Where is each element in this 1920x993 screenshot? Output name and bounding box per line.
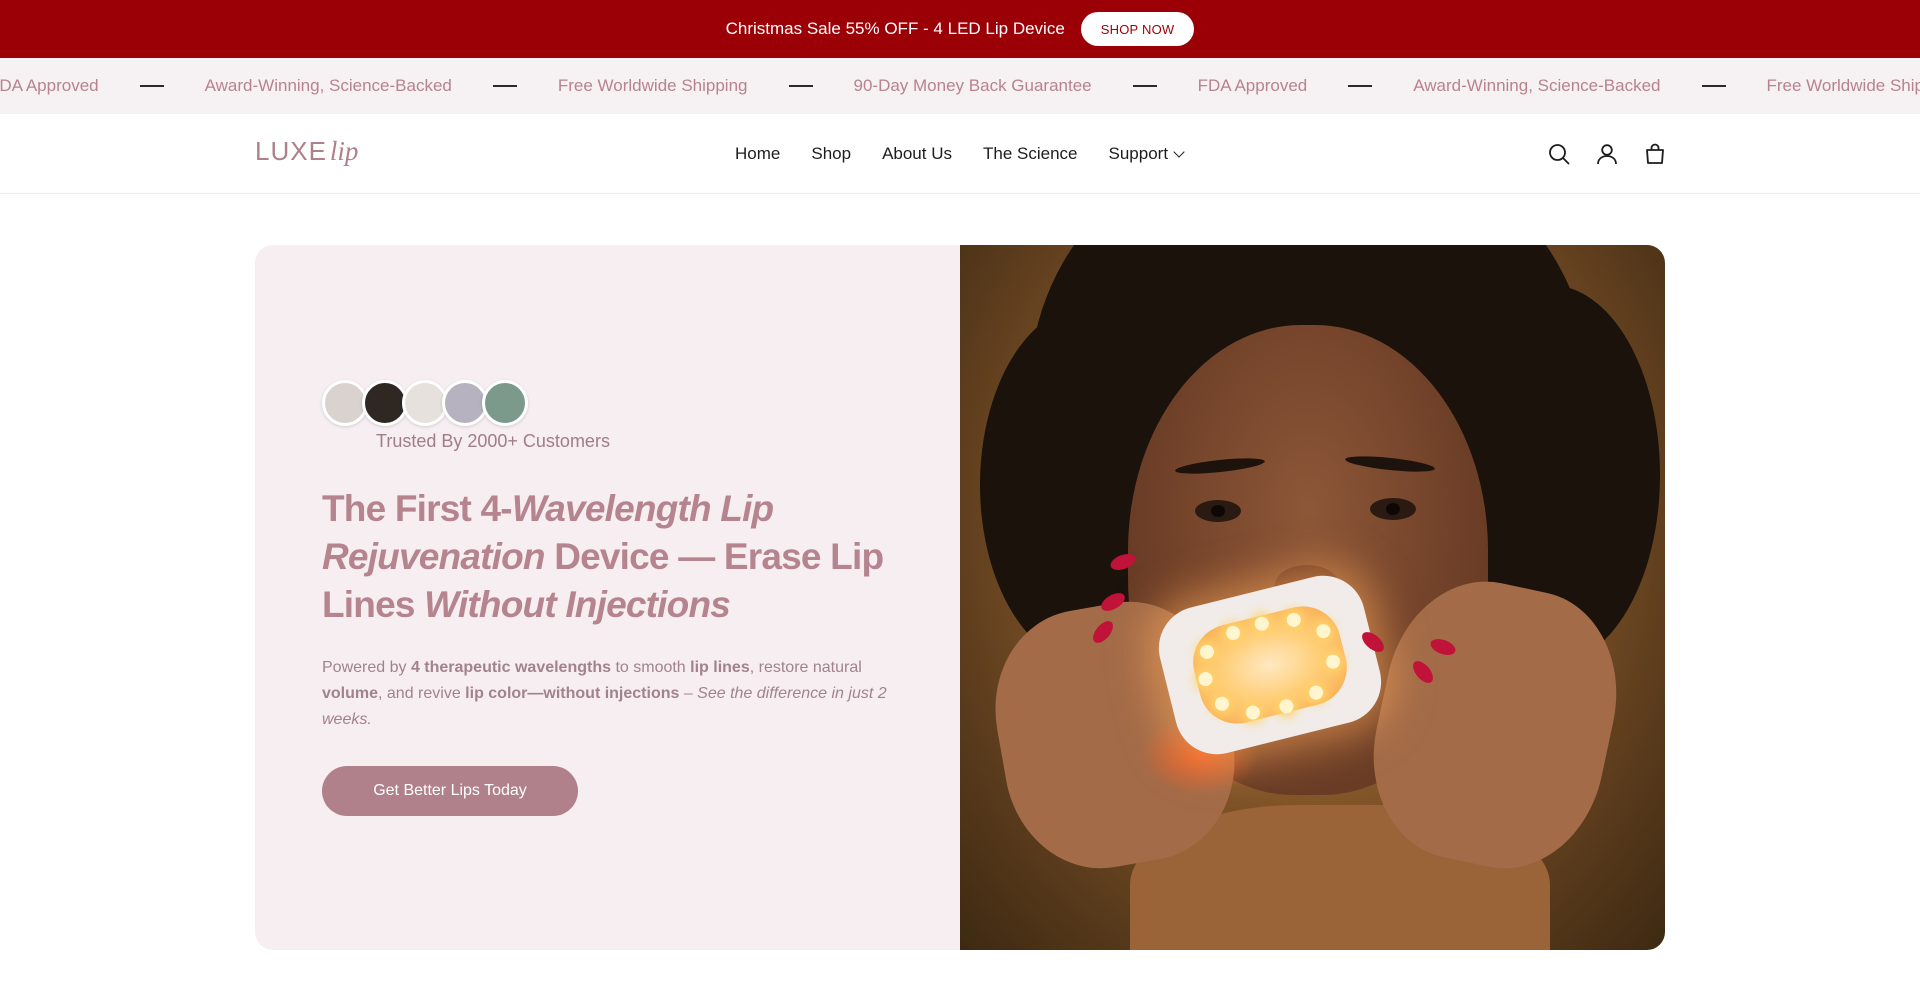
announcement-text: Christmas Sale 55% OFF - 4 LED Lip Devic… bbox=[725, 19, 1065, 38]
desc-text: , restore natural bbox=[749, 659, 862, 676]
headline-italic-part: Without Injections bbox=[424, 584, 731, 625]
logo-main-text: LUXE bbox=[255, 136, 327, 166]
announcement-bar: Christmas Sale 55% OFF - 4 LED Lip Devic… bbox=[0, 0, 1920, 58]
site-header: LUXE lip Home Shop About Us The Science … bbox=[0, 114, 1920, 194]
photo-eye bbox=[1195, 500, 1241, 522]
header-actions bbox=[1547, 114, 1667, 194]
search-icon[interactable] bbox=[1547, 142, 1571, 166]
nav-item-home[interactable]: Home bbox=[735, 144, 780, 164]
hero-section: Trusted By 2000+ Customers The First 4-W… bbox=[255, 245, 1665, 950]
trusted-by-text: Trusted By 2000+ Customers bbox=[376, 431, 610, 451]
desc-bold: lip lines bbox=[690, 659, 750, 676]
hero-headline: The First 4-Wavelength Lip Rejuvenation … bbox=[322, 485, 912, 629]
marquee-item: Free Worldwide Shipping bbox=[1766, 76, 1920, 95]
get-better-lips-button[interactable]: Get Better Lips Today bbox=[322, 766, 578, 816]
desc-text: Powered by bbox=[322, 659, 411, 676]
marquee-item: 90-Day Money Back Guarantee bbox=[853, 76, 1092, 95]
chevron-down-icon bbox=[1173, 146, 1185, 158]
desc-bold: 4 therapeutic wavelengths bbox=[410, 659, 611, 676]
nav-item-shop[interactable]: Shop bbox=[811, 144, 851, 164]
hero-description: Powered by 4 therapeutic wavelengths to … bbox=[322, 655, 902, 733]
marquee-item: Award-Winning, Science-Backed bbox=[204, 76, 452, 95]
desc-bold: lip color—without injections bbox=[465, 685, 680, 702]
desc-text: , and revive bbox=[378, 685, 466, 702]
marquee-separator bbox=[139, 85, 164, 87]
brand-logo[interactable]: LUXE lip bbox=[255, 136, 358, 170]
shop-now-button[interactable]: SHOP NOW bbox=[1080, 12, 1195, 46]
marquee-item: FDA Approved bbox=[0, 76, 99, 95]
nav-item-support[interactable]: Support bbox=[1108, 144, 1185, 164]
nav-item-support-label: Support bbox=[1108, 144, 1169, 163]
nav-item-about-us[interactable]: About Us bbox=[882, 144, 952, 164]
desc-text: to smooth bbox=[611, 659, 691, 676]
logo-sub-text: lip bbox=[329, 136, 359, 166]
marquee-separator bbox=[492, 85, 517, 87]
marquee-separator bbox=[1132, 85, 1157, 87]
marquee-separator bbox=[1348, 85, 1373, 87]
avatar bbox=[482, 380, 528, 426]
customer-avatars bbox=[322, 380, 528, 426]
photo-eye bbox=[1370, 498, 1416, 520]
marquee-item: Free Worldwide Shipping bbox=[557, 76, 748, 95]
marquee-separator bbox=[788, 85, 813, 87]
hero-image bbox=[960, 245, 1665, 950]
desc-bold: volume bbox=[322, 685, 379, 702]
benefits-marquee: FDA Approved Award-Winning, Science-Back… bbox=[0, 58, 1920, 114]
hero-content: Trusted By 2000+ Customers The First 4-W… bbox=[255, 245, 960, 950]
marquee-item: Award-Winning, Science-Backed bbox=[1413, 76, 1661, 95]
marquee-track: FDA Approved Award-Winning, Science-Back… bbox=[0, 58, 1920, 114]
main-nav: Home Shop About Us The Science Support bbox=[735, 114, 1185, 194]
marquee-item: FDA Approved bbox=[1197, 76, 1308, 95]
headline-part: The First 4- bbox=[322, 488, 513, 529]
cart-icon[interactable] bbox=[1643, 142, 1667, 166]
account-icon[interactable] bbox=[1595, 142, 1619, 166]
marquee-separator bbox=[1701, 85, 1726, 87]
nav-item-the-science[interactable]: The Science bbox=[983, 144, 1078, 164]
